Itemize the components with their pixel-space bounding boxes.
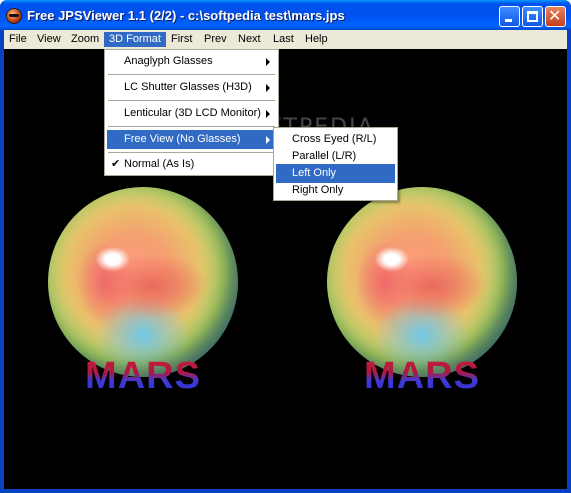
menu-help[interactable]: Help [300,32,333,47]
window-frame-right [567,30,571,493]
menu-item-free-view[interactable]: Free View (No Glasses) [107,130,276,149]
menu-item-label: Parallel (L/R) [292,150,357,162]
menu-separator [108,74,275,75]
submenu-arrow-icon [266,84,270,92]
checkmark-icon: ✔ [111,158,121,170]
menu-next[interactable]: Next [233,32,266,47]
menu-separator [108,100,275,101]
menu-zoom[interactable]: Zoom [66,32,104,47]
menu-file[interactable]: File [4,32,32,47]
image-viewer[interactable]: SOFTPEDIA MARS MARS [4,49,567,489]
window-title: Free JPSViewer 1.1 (2/2) - c:\softpedia … [27,8,345,23]
menu-bar: File View Zoom 3D Format First Prev Next… [4,30,567,49]
menu-item-normal[interactable]: ✔ Normal (As Is) [107,155,276,174]
menu-item-label: Anaglyph Glasses [124,55,213,67]
menu-separator [108,152,275,153]
menu-item-anaglyph[interactable]: Anaglyph Glasses [107,52,276,71]
menu-prev[interactable]: Prev [199,32,232,47]
menu-item-label: Normal (As Is) [124,158,195,170]
menu-item-label: LC Shutter Glasses (H3D) [124,81,252,93]
mars-caption-right: MARS [327,355,517,398]
close-button[interactable]: ✕ [545,6,566,27]
menu-item-label: Right Only [292,184,344,196]
minimize-button[interactable] [499,6,520,27]
app-window: Free JPSViewer 1.1 (2/2) - c:\softpedia … [0,0,571,493]
menu-item-label: Cross Eyed (R/L) [292,133,377,145]
menu-last[interactable]: Last [268,32,299,47]
window-frame-bottom [0,489,571,493]
title-bar[interactable]: Free JPSViewer 1.1 (2/2) - c:\softpedia … [0,0,571,30]
3d-format-menu: Anaglyph Glasses LC Shutter Glasses (H3D… [104,49,279,176]
menu-3d-format[interactable]: 3D Format [104,32,166,47]
free-view-submenu: Cross Eyed (R/L) Parallel (L/R) Left Onl… [273,127,398,201]
mars-globe-right [327,187,517,377]
maximize-icon [527,11,538,22]
close-icon: ✕ [548,6,562,25]
maximize-button[interactable] [522,6,543,27]
minimize-icon [505,19,512,22]
submenu-arrow-icon [266,136,270,144]
mars-globe-left [48,187,238,377]
menu-item-label: Lenticular (3D LCD Monitor) [124,107,261,119]
menu-separator [108,126,275,127]
menu-item-label: Free View (No Glasses) [124,133,241,145]
menu-item-lenticular[interactable]: Lenticular (3D LCD Monitor) [107,104,276,123]
submenu-arrow-icon [266,58,270,66]
app-icon[interactable] [6,8,22,24]
menu-item-right-only[interactable]: Right Only [276,181,395,200]
submenu-arrow-icon [266,110,270,118]
menu-item-lc-shutter[interactable]: LC Shutter Glasses (H3D) [107,78,276,97]
menu-item-label: Left Only [292,167,337,179]
menu-view[interactable]: View [32,32,66,47]
menu-first[interactable]: First [166,32,197,47]
mars-caption-left: MARS [48,355,238,398]
